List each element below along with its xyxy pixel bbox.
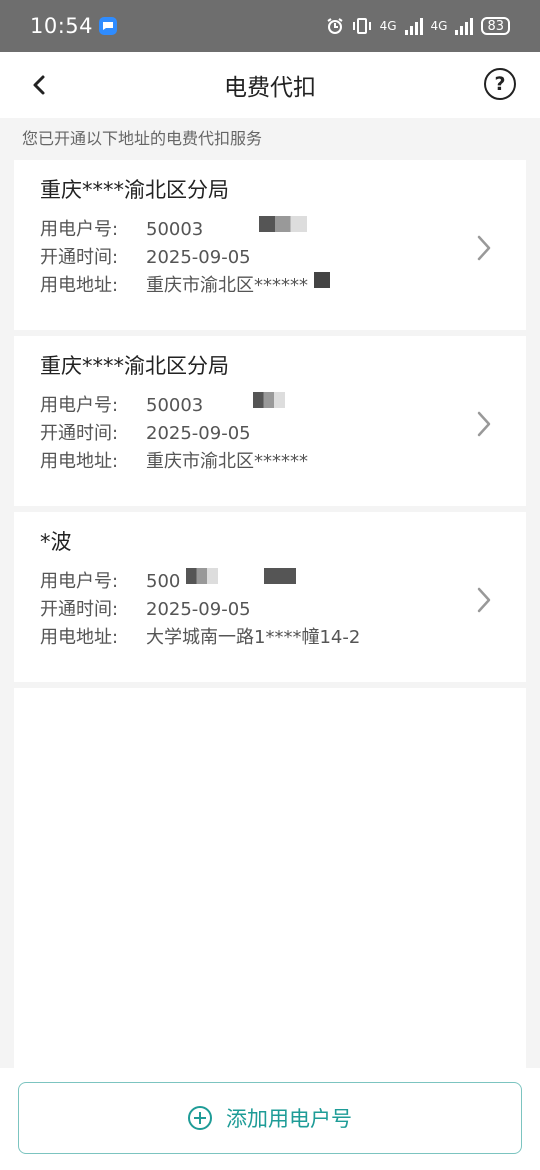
plus-circle-icon <box>188 1106 212 1130</box>
nav-bar: 电费代扣 ? <box>0 52 540 118</box>
open-time-label: 开通时间: <box>40 423 119 444</box>
back-arrow-icon[interactable] <box>28 72 52 98</box>
status-left: 10:54 <box>30 14 118 38</box>
chevron-right-icon <box>477 235 491 261</box>
help-question-icon[interactable]: ? <box>484 68 516 100</box>
redacted-mask <box>253 392 286 408</box>
address-label: 用电地址: <box>40 451 119 472</box>
address-value: 重庆市渝北区****** <box>146 451 308 472</box>
account-name: 重庆****渝北区分局 <box>40 178 229 202</box>
page-title: 电费代扣 <box>224 75 316 101</box>
add-account-button[interactable]: 添加用电户号 <box>18 1082 522 1154</box>
network-type-2: 4G <box>430 19 448 33</box>
network-type-1: 4G <box>379 19 397 33</box>
alarm-icon <box>327 18 343 34</box>
account-list: 重庆****渝北区分局 用电户号: 50003 开通时间: 2025-09-05… <box>14 160 526 1074</box>
account-name: 重庆****渝北区分局 <box>40 354 229 378</box>
chevron-right-icon <box>477 411 491 437</box>
open-time-label: 开通时间: <box>40 247 119 268</box>
status-right: 4G 4G 83 <box>326 17 510 35</box>
account-card[interactable]: *波 用电户号: 500 开通时间: 2025-09-05 用电地址: 大学城南… <box>14 512 526 688</box>
open-time-row: 开通时间: 2025-09-05 <box>40 596 500 624</box>
account-number-label: 用电户号: <box>40 219 119 240</box>
open-time-row: 开通时间: 2025-09-05 <box>40 420 500 448</box>
address-label: 用电地址: <box>40 275 119 296</box>
add-account-label: 添加用电户号 <box>226 1107 352 1131</box>
open-time-value: 2025-09-05 <box>146 423 251 444</box>
account-name: *波 <box>40 530 72 554</box>
bottom-action-bar: 添加用电户号 <box>0 1068 540 1170</box>
redacted-mask <box>264 568 297 584</box>
account-number-value: 50003 <box>146 395 204 416</box>
account-number-label: 用电户号: <box>40 571 119 592</box>
status-time: 10:54 <box>30 14 94 38</box>
account-number-row: 用电户号: 50003 <box>40 392 500 420</box>
signal-icon-2 <box>455 17 474 35</box>
account-number-row: 用电户号: 500 <box>40 568 500 596</box>
account-number-value: 500 <box>146 571 181 592</box>
redacted-mask <box>259 216 308 232</box>
address-label: 用电地址: <box>40 627 119 648</box>
vibrate-icon <box>352 18 371 34</box>
status-bar: 10:54 4G 4G 83 <box>0 0 540 52</box>
redacted-mask <box>314 272 330 288</box>
address-row: 用电地址: 重庆市渝北区****** <box>40 272 500 300</box>
account-number-row: 用电户号: 50003 <box>40 216 500 244</box>
address-value: 大学城南一路1****幢14-2 <box>146 627 361 648</box>
chevron-right-icon <box>477 587 491 613</box>
signal-icon <box>404 17 423 35</box>
open-time-row: 开通时间: 2025-09-05 <box>40 244 500 272</box>
account-number-value: 50003 <box>146 219 204 240</box>
account-card[interactable]: 重庆****渝北区分局 用电户号: 50003 开通时间: 2025-09-05… <box>14 160 526 336</box>
address-value: 重庆市渝北区****** <box>146 275 308 296</box>
open-time-label: 开通时间: <box>40 599 119 620</box>
open-time-value: 2025-09-05 <box>146 247 251 268</box>
account-number-label: 用电户号: <box>40 395 119 416</box>
battery-icon: 83 <box>481 17 510 35</box>
address-row: 用电地址: 重庆市渝北区****** <box>40 448 500 476</box>
open-time-value: 2025-09-05 <box>146 599 251 620</box>
address-row: 用电地址: 大学城南一路1****幢14-2 <box>40 624 500 652</box>
redacted-mask <box>186 568 219 584</box>
account-card[interactable]: 重庆****渝北区分局 用电户号: 50003 开通时间: 2025-09-05… <box>14 336 526 512</box>
message-notification-icon <box>99 17 118 35</box>
page-subtitle: 您已开通以下地址的电费代扣服务 <box>22 129 263 148</box>
